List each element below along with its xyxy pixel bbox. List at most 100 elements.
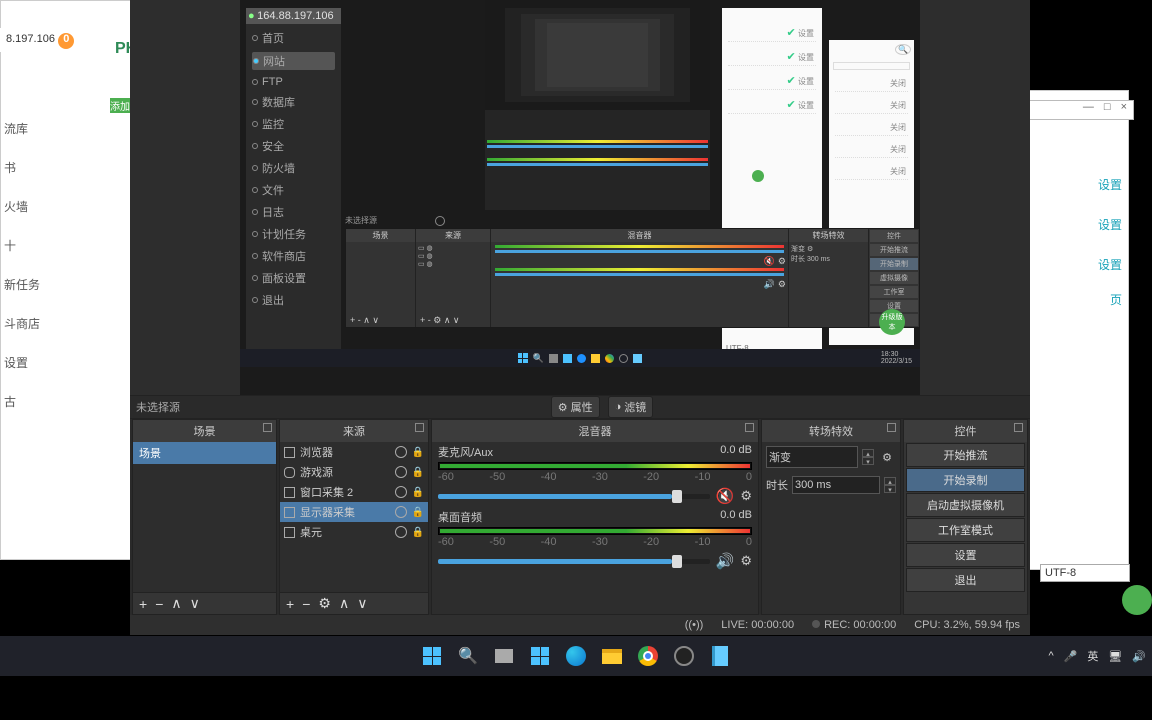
- search-icon[interactable]: 🔍: [455, 643, 481, 669]
- ip-address-bar: 8.197.106 0: [0, 28, 80, 52]
- start-virtualcam-button[interactable]: 启动虚拟摄像机: [906, 493, 1025, 517]
- sidebar-item[interactable]: 设置: [4, 354, 135, 371]
- speaker-icon[interactable]: 🔊: [716, 552, 735, 570]
- volume-slider[interactable]: [438, 559, 710, 564]
- spin-up[interactable]: ▴: [862, 449, 874, 457]
- dock-title-ctrl: 控件: [955, 426, 977, 438]
- properties-button[interactable]: ⚙属性: [551, 396, 600, 418]
- sidebar-item[interactable]: 书: [4, 159, 135, 176]
- task-view-icon[interactable]: [491, 643, 517, 669]
- source-settings-icon[interactable]: ⚙: [318, 595, 331, 612]
- edge-icon[interactable]: [563, 643, 589, 669]
- lock-icon[interactable]: 🔒: [412, 507, 424, 518]
- widgets-icon[interactable]: [527, 643, 553, 669]
- source-row[interactable]: 窗口采集 2🔒: [280, 482, 428, 502]
- notepad-icon[interactable]: [707, 643, 733, 669]
- right-link[interactable]: 设置: [1098, 216, 1122, 233]
- tray-chevron-icon[interactable]: ^: [1048, 650, 1053, 662]
- preview-area[interactable]: ● 164.88.197.106 首页 网站 FTP 数据库 监控 安全 防火墙…: [130, 0, 1030, 395]
- channel-settings-icon[interactable]: ⚙: [740, 488, 752, 504]
- sidebar-item[interactable]: 十: [4, 237, 135, 254]
- popout-icon[interactable]: [887, 423, 896, 432]
- remove-source-icon[interactable]: −: [302, 596, 310, 612]
- sidebar-item[interactable]: 流库: [4, 120, 135, 137]
- sidebar-item[interactable]: 古: [4, 393, 135, 410]
- minimize-icon[interactable]: —: [1083, 101, 1094, 113]
- maximize-icon[interactable]: □: [1104, 101, 1111, 113]
- sidebar-item[interactable]: 火墙: [4, 198, 135, 215]
- spin-down[interactable]: ▾: [884, 485, 896, 493]
- remove-scene-icon[interactable]: −: [155, 596, 163, 612]
- transition-settings-icon[interactable]: ⚙: [878, 448, 896, 466]
- filters-button[interactable]: ◑滤镜: [608, 396, 654, 418]
- move-up-icon[interactable]: ∧: [339, 595, 349, 612]
- volume-tray-icon[interactable]: 🔊: [1132, 650, 1146, 663]
- broadcast-icon: ((•)): [685, 619, 704, 631]
- lock-icon[interactable]: 🔒: [412, 467, 424, 478]
- live-timer: LIVE: 00:00:00: [721, 619, 794, 631]
- chrome-icon[interactable]: [635, 643, 661, 669]
- lock-icon[interactable]: 🔒: [412, 487, 424, 498]
- start-button[interactable]: [419, 643, 445, 669]
- transition-select[interactable]: 渐变: [766, 446, 858, 468]
- sp-item: 退出: [252, 292, 335, 308]
- sidebar-item[interactable]: 斗商店: [4, 315, 135, 332]
- right-link[interactable]: 设置: [1098, 256, 1122, 273]
- channel-settings-icon[interactable]: ⚙: [740, 553, 752, 569]
- window-icon: [284, 487, 295, 498]
- lock-icon[interactable]: 🔒: [412, 527, 424, 538]
- ime-indicator[interactable]: 英: [1087, 648, 1098, 664]
- encoding-label: UTF-8: [1040, 564, 1130, 582]
- start-recording-button[interactable]: 开始录制: [906, 468, 1025, 492]
- mic-tray-icon[interactable]: 🎤: [1064, 650, 1078, 663]
- start-streaming-button[interactable]: 开始推流: [906, 443, 1025, 467]
- move-down-icon[interactable]: ∨: [190, 595, 200, 612]
- mixer-channel-mic: 麦克风/Aux0.0 dB -60-50-40-30-20-100 🔇 ⚙: [432, 442, 758, 507]
- meter-ticks: -60-50-40-30-20-100: [438, 536, 752, 548]
- right-link[interactable]: 页: [1110, 291, 1122, 308]
- gear-icon: ⚙: [558, 401, 568, 414]
- exit-button[interactable]: 退出: [906, 568, 1025, 592]
- move-up-icon[interactable]: ∧: [171, 595, 181, 612]
- right-link[interactable]: 设置: [1098, 176, 1122, 193]
- popout-icon[interactable]: [263, 423, 272, 432]
- source-row[interactable]: 浏览器🔒: [280, 442, 428, 462]
- preview-canvas: ● 164.88.197.106 首页 网站 FTP 数据库 监控 安全 防火墙…: [240, 0, 920, 395]
- no-source-label: 未选择源: [136, 399, 180, 415]
- add-scene-icon[interactable]: +: [139, 596, 147, 612]
- file-explorer-icon[interactable]: [599, 643, 625, 669]
- spin-up[interactable]: ▴: [884, 477, 896, 485]
- channel-db: 0.0 dB: [720, 509, 752, 525]
- sidebar-item[interactable]: 新任务: [4, 276, 135, 293]
- floating-action-button[interactable]: [1122, 585, 1152, 615]
- visibility-icon[interactable]: [395, 526, 407, 538]
- mute-icon[interactable]: 🔇: [716, 487, 735, 505]
- source-row-selected[interactable]: 显示器采集🔒: [280, 502, 428, 522]
- popout-icon[interactable]: [415, 423, 424, 432]
- channel-name: 桌面音频: [438, 509, 482, 525]
- settings-button[interactable]: 设置: [906, 543, 1025, 567]
- add-source-icon[interactable]: +: [286, 596, 294, 612]
- close-icon[interactable]: ×: [1121, 101, 1127, 113]
- visibility-icon[interactable]: [395, 506, 407, 518]
- volume-slider[interactable]: [438, 494, 710, 499]
- scene-item[interactable]: 场景: [133, 442, 276, 464]
- move-down-icon[interactable]: ∨: [357, 595, 367, 612]
- visibility-icon[interactable]: [395, 446, 407, 458]
- obs-icon[interactable]: [671, 643, 697, 669]
- source-row[interactable]: 游戏源🔒: [280, 462, 428, 482]
- duration-input[interactable]: 300 ms: [792, 476, 880, 494]
- source-row[interactable]: 桌元🔒: [280, 522, 428, 542]
- popout-icon[interactable]: [1014, 423, 1023, 432]
- studio-mode-button[interactable]: 工作室模式: [906, 518, 1025, 542]
- controls-dock: 控件 开始推流 开始录制 启动虚拟摄像机 工作室模式 设置 退出: [903, 419, 1028, 615]
- popout-icon[interactable]: [745, 423, 754, 432]
- lock-icon[interactable]: 🔒: [412, 447, 424, 458]
- visibility-icon[interactable]: [395, 466, 407, 478]
- captured-ip: 164.88.197.106: [257, 10, 333, 22]
- vu-meter: [438, 527, 752, 535]
- display-icon: [284, 507, 295, 518]
- network-tray-icon[interactable]: 🖥: [1108, 650, 1122, 663]
- spin-down[interactable]: ▾: [862, 457, 874, 465]
- visibility-icon[interactable]: [395, 486, 407, 498]
